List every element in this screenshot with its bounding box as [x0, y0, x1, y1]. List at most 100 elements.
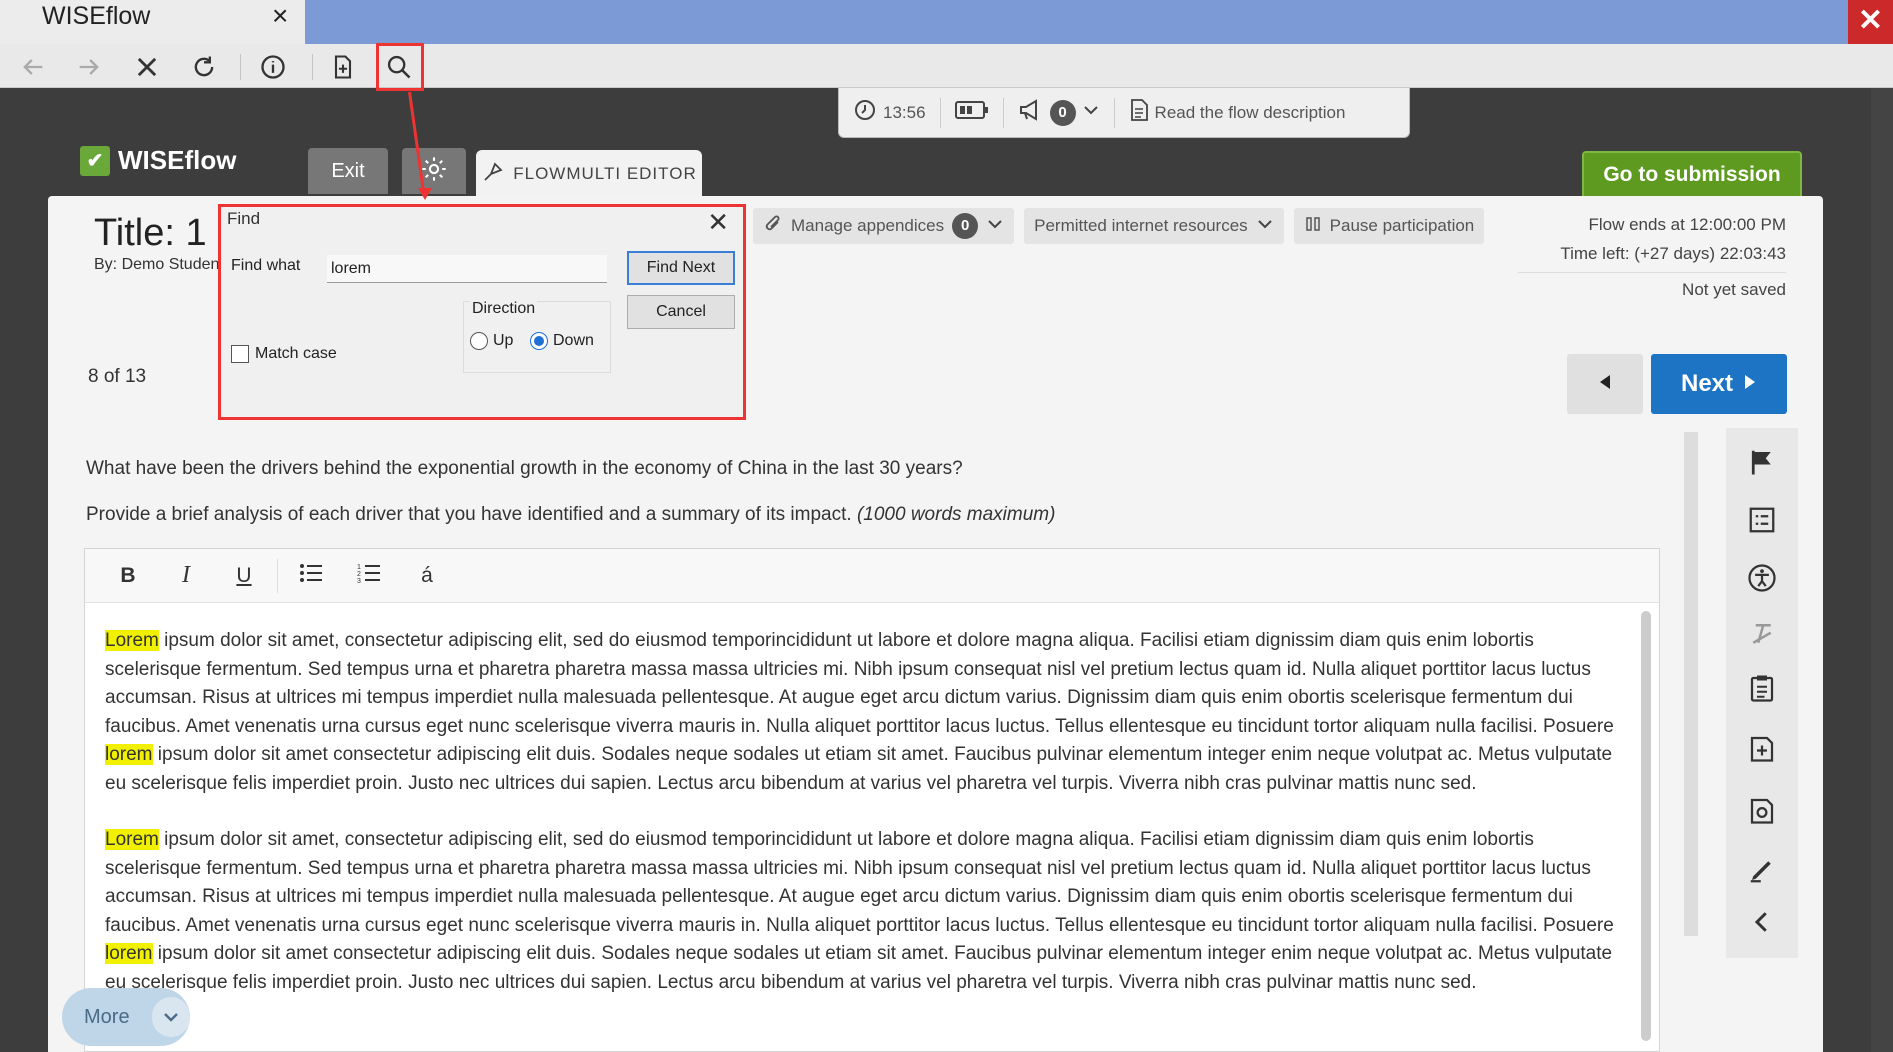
- accessibility-icon: [1747, 563, 1777, 598]
- flow-tools-row: Manage appendices 0 Permitted internet r…: [753, 208, 1485, 244]
- toolbar-separator: [277, 558, 278, 593]
- question-instructions: Provide a brief analysis of each driver …: [86, 504, 1055, 526]
- overview-button[interactable]: [1742, 502, 1782, 542]
- direction-group: Direction Up Down: [463, 300, 611, 373]
- direction-up-radio[interactable]: Up: [470, 332, 513, 350]
- more-button[interactable]: More: [62, 988, 190, 1046]
- exit-button[interactable]: Exit: [308, 148, 388, 194]
- list-view-icon: [1747, 505, 1777, 540]
- italic-button[interactable]: I: [157, 554, 215, 598]
- browser-tab-bar: WISEflow × ✕: [0, 0, 1893, 44]
- svg-text:2: 2: [357, 571, 361, 578]
- tab-close-icon[interactable]: ×: [272, 2, 288, 30]
- question-text: What have been the drivers behind the ex…: [86, 458, 963, 479]
- page-scrollbar[interactable]: [1871, 88, 1893, 1052]
- preview-button[interactable]: [1742, 792, 1782, 832]
- notes-button[interactable]: [1742, 670, 1782, 710]
- toolbar-separator: [240, 54, 241, 80]
- tab-flowmulti-editor[interactable]: FLOWMULTI EDITOR: [476, 150, 702, 198]
- preview-icon: [1747, 795, 1777, 830]
- svg-text:1: 1: [357, 564, 361, 571]
- close-icon[interactable]: ✕: [707, 207, 729, 238]
- search-match: lorem: [105, 744, 153, 765]
- paragraph-text: ipsum dolor sit amet consectetur adipisc…: [105, 943, 1613, 993]
- draw-button[interactable]: [1742, 852, 1782, 892]
- read-flow-description[interactable]: Read the flow description: [1115, 88, 1360, 137]
- page-title: Title: 1: [94, 212, 207, 254]
- numbered-list-button[interactable]: 123: [340, 554, 398, 598]
- next-label: Next: [1680, 370, 1734, 397]
- battery-status: [941, 88, 1003, 137]
- settings-button[interactable]: [402, 148, 466, 194]
- window-close-button[interactable]: ✕: [1848, 0, 1893, 44]
- paragraph-text: ipsum dolor sit amet, consectetur adipis…: [105, 829, 1614, 936]
- cancel-button[interactable]: Cancel: [627, 295, 735, 329]
- stop-icon[interactable]: [130, 50, 164, 84]
- chevron-down-icon: [1256, 215, 1274, 238]
- clear-format-button[interactable]: [1742, 616, 1782, 656]
- battery-icon: [954, 99, 989, 126]
- special-characters-button[interactable]: á: [398, 554, 456, 598]
- toolbar-separator: [312, 54, 313, 80]
- pause-icon: [1304, 215, 1322, 238]
- go-to-submission-button[interactable]: Go to submission: [1582, 151, 1802, 199]
- insert-button[interactable]: [1742, 730, 1782, 770]
- page-indicator: 8 of 13: [88, 366, 147, 387]
- content-scrollbar[interactable]: [1684, 432, 1698, 936]
- add-page-icon[interactable]: [326, 50, 360, 84]
- back-icon[interactable]: [16, 50, 50, 84]
- down-label: Down: [553, 332, 594, 349]
- answer-editor[interactable]: B I U 123 á Lorem ipsum dolor sit amet, …: [84, 548, 1660, 1052]
- bold-button[interactable]: B: [99, 554, 157, 598]
- bullet-list-button[interactable]: [282, 554, 340, 598]
- announcements[interactable]: 0: [1004, 88, 1114, 137]
- tab-title: WISEflow: [42, 2, 151, 30]
- collapse-rail-button[interactable]: [1742, 904, 1782, 944]
- annotation-arrow-head: [418, 188, 432, 200]
- side-tool-rail: [1726, 428, 1798, 958]
- flag-icon: [1747, 447, 1777, 482]
- browser-tab[interactable]: WISEflow ×: [0, 0, 305, 44]
- read-flow-description-label: Read the flow description: [1154, 102, 1346, 122]
- manage-appendices-button[interactable]: Manage appendices 0: [753, 208, 1015, 244]
- flag-button[interactable]: [1742, 444, 1782, 484]
- manage-appendices-label: Manage appendices: [791, 216, 945, 235]
- pause-participation-button[interactable]: Pause participation: [1293, 208, 1485, 244]
- editor-scrollbar[interactable]: [1641, 611, 1651, 1041]
- find-dialog: Find ✕ Find what Find Next Cancel Direct…: [218, 204, 746, 420]
- previous-button[interactable]: [1567, 354, 1643, 414]
- info-icon[interactable]: [256, 50, 290, 84]
- find-next-button[interactable]: Find Next: [627, 251, 735, 285]
- forward-icon[interactable]: [72, 50, 106, 84]
- pause-participation-label: Pause participation: [1329, 216, 1475, 235]
- bullet-list-icon: [299, 562, 323, 590]
- clear-format-icon: [1747, 619, 1777, 654]
- direction-label: Direction: [470, 300, 538, 318]
- editor-content[interactable]: Lorem ipsum dolor sit amet, consectetur …: [105, 627, 1635, 1025]
- next-button[interactable]: Next: [1651, 354, 1787, 414]
- triangle-right-icon: [1743, 370, 1757, 398]
- permitted-resources-dropdown[interactable]: Permitted internet resources: [1024, 208, 1284, 244]
- chevron-down-icon[interactable]: [986, 215, 1004, 238]
- accessibility-button[interactable]: [1742, 560, 1782, 600]
- underline-button[interactable]: U: [215, 554, 273, 598]
- up-label: Up: [493, 332, 514, 349]
- appendices-count: 0: [952, 213, 979, 239]
- checkbox-unchecked-icon: [231, 345, 249, 363]
- match-case-label: Match case: [255, 345, 337, 362]
- radio-checked-icon: [530, 332, 548, 350]
- reload-icon[interactable]: [187, 50, 221, 84]
- status-bar: 13:56 0 Read the flow description: [838, 88, 1410, 138]
- paragraph-text: ipsum dolor sit amet, consectetur adipis…: [105, 630, 1614, 737]
- find-what-input[interactable]: [327, 255, 607, 283]
- triangle-left-icon: [1597, 373, 1613, 396]
- logo-text: WISEflow: [118, 145, 237, 175]
- chevron-down-icon[interactable]: [1082, 101, 1100, 124]
- chevron-down-icon: [151, 997, 190, 1037]
- direction-down-radio[interactable]: Down: [530, 332, 594, 350]
- svg-text:3: 3: [357, 578, 361, 584]
- author-byline: By: Demo Studen: [94, 256, 220, 273]
- paragraph: Lorem ipsum dolor sit amet, consectetur …: [105, 826, 1635, 997]
- match-case-checkbox[interactable]: Match case: [231, 345, 337, 363]
- add-document-icon: [1747, 733, 1777, 768]
